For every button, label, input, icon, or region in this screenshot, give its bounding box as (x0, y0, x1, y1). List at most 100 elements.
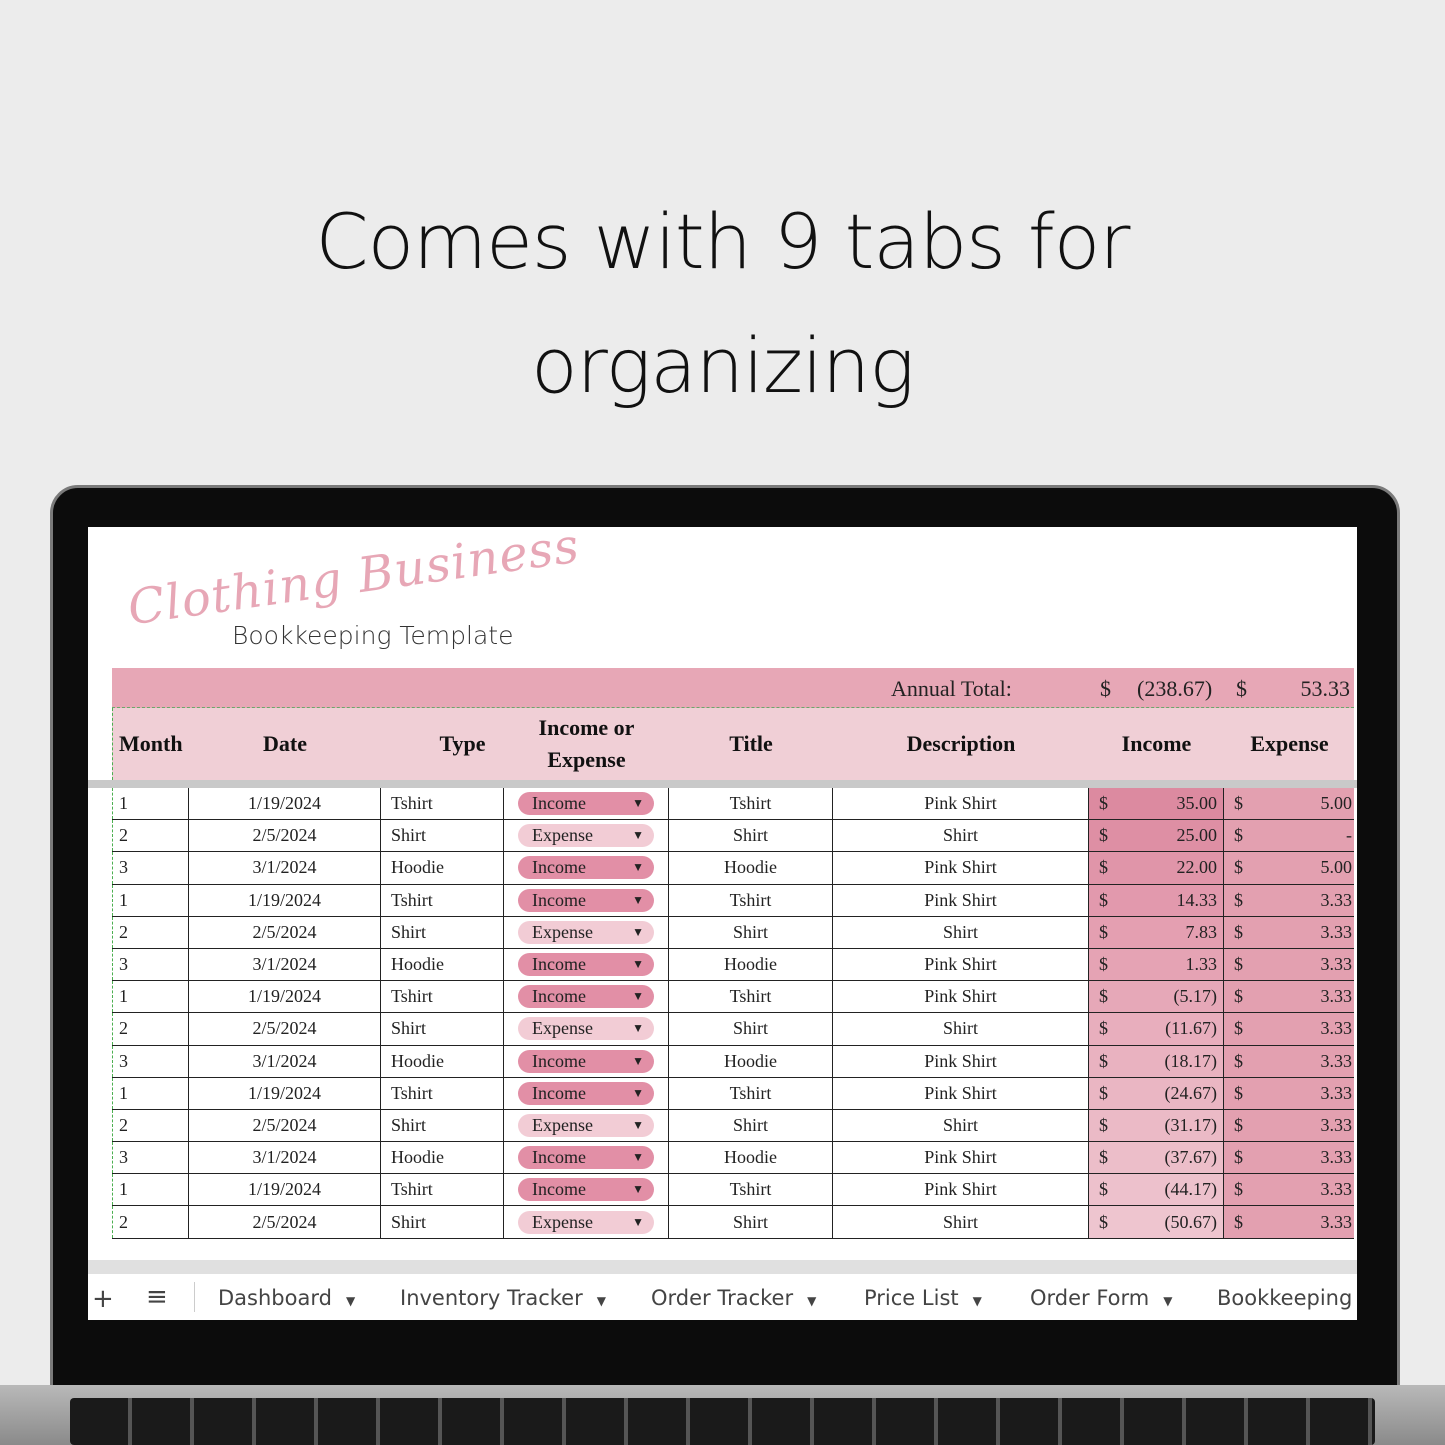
cell-description[interactable]: Shirt (832, 1109, 1088, 1142)
cell-description[interactable]: Pink Shirt (832, 1077, 1088, 1109)
sheet-tab-order-form[interactable]: Order Form ▼ (1030, 1286, 1173, 1310)
dropdown-arrow-icon[interactable]: ▼ (632, 796, 644, 811)
tab-menu-arrow-icon[interactable]: ▼ (807, 1294, 816, 1308)
cell-expense[interactable]: $5.00 (1223, 788, 1354, 820)
cell-title[interactable]: Tshirt (668, 1174, 832, 1206)
header-income-or-expense[interactable]: Income or Expense (504, 708, 669, 780)
cell-month[interactable]: 2 (112, 820, 188, 852)
cell-expense[interactable]: $3.33 (1223, 1077, 1354, 1109)
cell-month[interactable]: 2 (112, 1109, 188, 1142)
cell-title[interactable]: Hoodie (668, 852, 832, 884)
cell-title[interactable]: Shirt (668, 1013, 832, 1045)
income-expense-dropdown[interactable]: Income ▼ (518, 953, 654, 977)
cell-month[interactable]: 1 (112, 1174, 188, 1206)
sheet-tab-dashboard[interactable]: Dashboard ▼ (218, 1286, 355, 1310)
cell-month[interactable]: 1 (112, 884, 188, 916)
cell-type[interactable]: Hoodie (380, 948, 503, 981)
cell-title[interactable]: Shirt (668, 916, 832, 948)
cell-type[interactable]: Tshirt (380, 981, 503, 1013)
expense-total[interactable]: 53.33 (1301, 676, 1351, 702)
income-expense-dropdown[interactable]: Income ▼ (518, 1178, 654, 1202)
cell-title[interactable]: Hoodie (668, 1045, 832, 1077)
cell-month[interactable]: 3 (112, 1045, 188, 1077)
cell-date[interactable]: 2/5/2024 (188, 1109, 380, 1142)
header-title[interactable]: Title (669, 708, 833, 780)
cell-type[interactable]: Hoodie (380, 1142, 503, 1174)
income-expense-dropdown[interactable]: Income ▼ (518, 1081, 654, 1105)
cell-date[interactable]: 2/5/2024 (188, 916, 380, 948)
cell-title[interactable]: Tshirt (668, 1077, 832, 1109)
all-sheets-menu-icon[interactable]: ≡ (146, 1282, 168, 1312)
cell-date[interactable]: 3/1/2024 (188, 948, 380, 981)
cell-date[interactable]: 2/5/2024 (188, 820, 380, 852)
cell-month[interactable]: 1 (112, 1077, 188, 1109)
income-expense-dropdown[interactable]: Expense ▼ (518, 1210, 654, 1234)
income-expense-dropdown[interactable]: Income ▼ (518, 856, 654, 880)
cell-date[interactable]: 3/1/2024 (188, 852, 380, 884)
sheet-tab-inventory-tracker[interactable]: Inventory Tracker ▼ (400, 1286, 606, 1310)
cell-description[interactable]: Pink Shirt (832, 1045, 1088, 1077)
dropdown-arrow-icon[interactable]: ▼ (632, 925, 644, 940)
cell-type[interactable]: Shirt (380, 1206, 503, 1238)
income-expense-dropdown[interactable]: Income ▼ (518, 1146, 654, 1170)
cell-date[interactable]: 3/1/2024 (188, 1142, 380, 1174)
dropdown-arrow-icon[interactable]: ▼ (632, 828, 644, 843)
cell-type[interactable]: Shirt (380, 1013, 503, 1045)
cell-income[interactable]: $ (44.17) (1088, 1174, 1223, 1206)
cell-expense[interactable]: $3.33 (1223, 981, 1354, 1013)
cell-type[interactable]: Tshirt (380, 1174, 503, 1206)
cell-description[interactable]: Shirt (832, 1206, 1088, 1238)
cell-title[interactable]: Tshirt (668, 788, 832, 820)
tab-menu-arrow-icon[interactable]: ▼ (973, 1294, 982, 1308)
cell-income[interactable]: $14.33 (1088, 884, 1223, 916)
income-expense-dropdown[interactable]: Income ▼ (518, 985, 654, 1009)
sheet-tab-order-tracker[interactable]: Order Tracker ▼ (651, 1286, 816, 1310)
cell-income[interactable]: $ (11.67) (1088, 1013, 1223, 1045)
cell-date[interactable]: 3/1/2024 (188, 1045, 380, 1077)
cell-date[interactable]: 2/5/2024 (188, 1206, 380, 1238)
dropdown-arrow-icon[interactable]: ▼ (632, 1021, 644, 1036)
tab-menu-arrow-icon[interactable]: ▼ (597, 1294, 606, 1308)
sheet-tab-price-list[interactable]: Price List ▼ (864, 1286, 982, 1310)
dropdown-arrow-icon[interactable]: ▼ (632, 989, 644, 1004)
cell-month[interactable]: 2 (112, 1206, 188, 1238)
dropdown-arrow-icon[interactable]: ▼ (632, 1150, 644, 1165)
cell-date[interactable]: 1/19/2024 (188, 1174, 380, 1206)
tab-menu-arrow-icon[interactable]: ▼ (1163, 1294, 1172, 1308)
cell-description[interactable]: Pink Shirt (832, 788, 1088, 820)
header-description[interactable]: Description (833, 708, 1089, 780)
cell-type[interactable]: Tshirt (380, 788, 503, 820)
cell-description[interactable]: Shirt (832, 820, 1088, 852)
cell-type[interactable]: Hoodie (380, 852, 503, 884)
cell-month[interactable]: 3 (112, 852, 188, 884)
dropdown-arrow-icon[interactable]: ▼ (632, 860, 644, 875)
cell-title[interactable]: Tshirt (668, 981, 832, 1013)
cell-description[interactable]: Pink Shirt (832, 852, 1088, 884)
add-sheet-button[interactable]: + (92, 1284, 114, 1314)
cell-expense[interactable]: $3.33 (1223, 916, 1354, 948)
cell-title[interactable]: Hoodie (668, 1142, 832, 1174)
income-expense-dropdown[interactable]: Income ▼ (518, 1049, 654, 1073)
header-month[interactable]: Month (113, 708, 193, 780)
cell-type[interactable]: Hoodie (380, 1045, 503, 1077)
cell-income[interactable]: $ (37.67) (1088, 1142, 1223, 1174)
cell-income[interactable]: $ (31.17) (1088, 1109, 1223, 1142)
cell-expense[interactable]: $3.33 (1223, 1174, 1354, 1206)
cell-title[interactable]: Shirt (668, 820, 832, 852)
cell-month[interactable]: 2 (112, 1013, 188, 1045)
cell-type[interactable]: Shirt (380, 1109, 503, 1142)
dropdown-arrow-icon[interactable]: ▼ (632, 1054, 644, 1069)
cell-description[interactable]: Pink Shirt (832, 948, 1088, 981)
cell-type[interactable]: Tshirt (380, 884, 503, 916)
cell-income[interactable]: $7.83 (1088, 916, 1223, 948)
cell-income[interactable]: $ (50.67) (1088, 1206, 1223, 1238)
cell-date[interactable]: 1/19/2024 (188, 788, 380, 820)
cell-date[interactable]: 2/5/2024 (188, 1013, 380, 1045)
cell-month[interactable]: 2 (112, 916, 188, 948)
dropdown-arrow-icon[interactable]: ▼ (632, 1182, 644, 1197)
cell-income[interactable]: $22.00 (1088, 852, 1223, 884)
cell-expense[interactable]: $3.33 (1223, 948, 1354, 981)
header-date[interactable]: Date (189, 708, 381, 780)
income-expense-dropdown[interactable]: Expense ▼ (518, 824, 654, 848)
cell-description[interactable]: Shirt (832, 1013, 1088, 1045)
